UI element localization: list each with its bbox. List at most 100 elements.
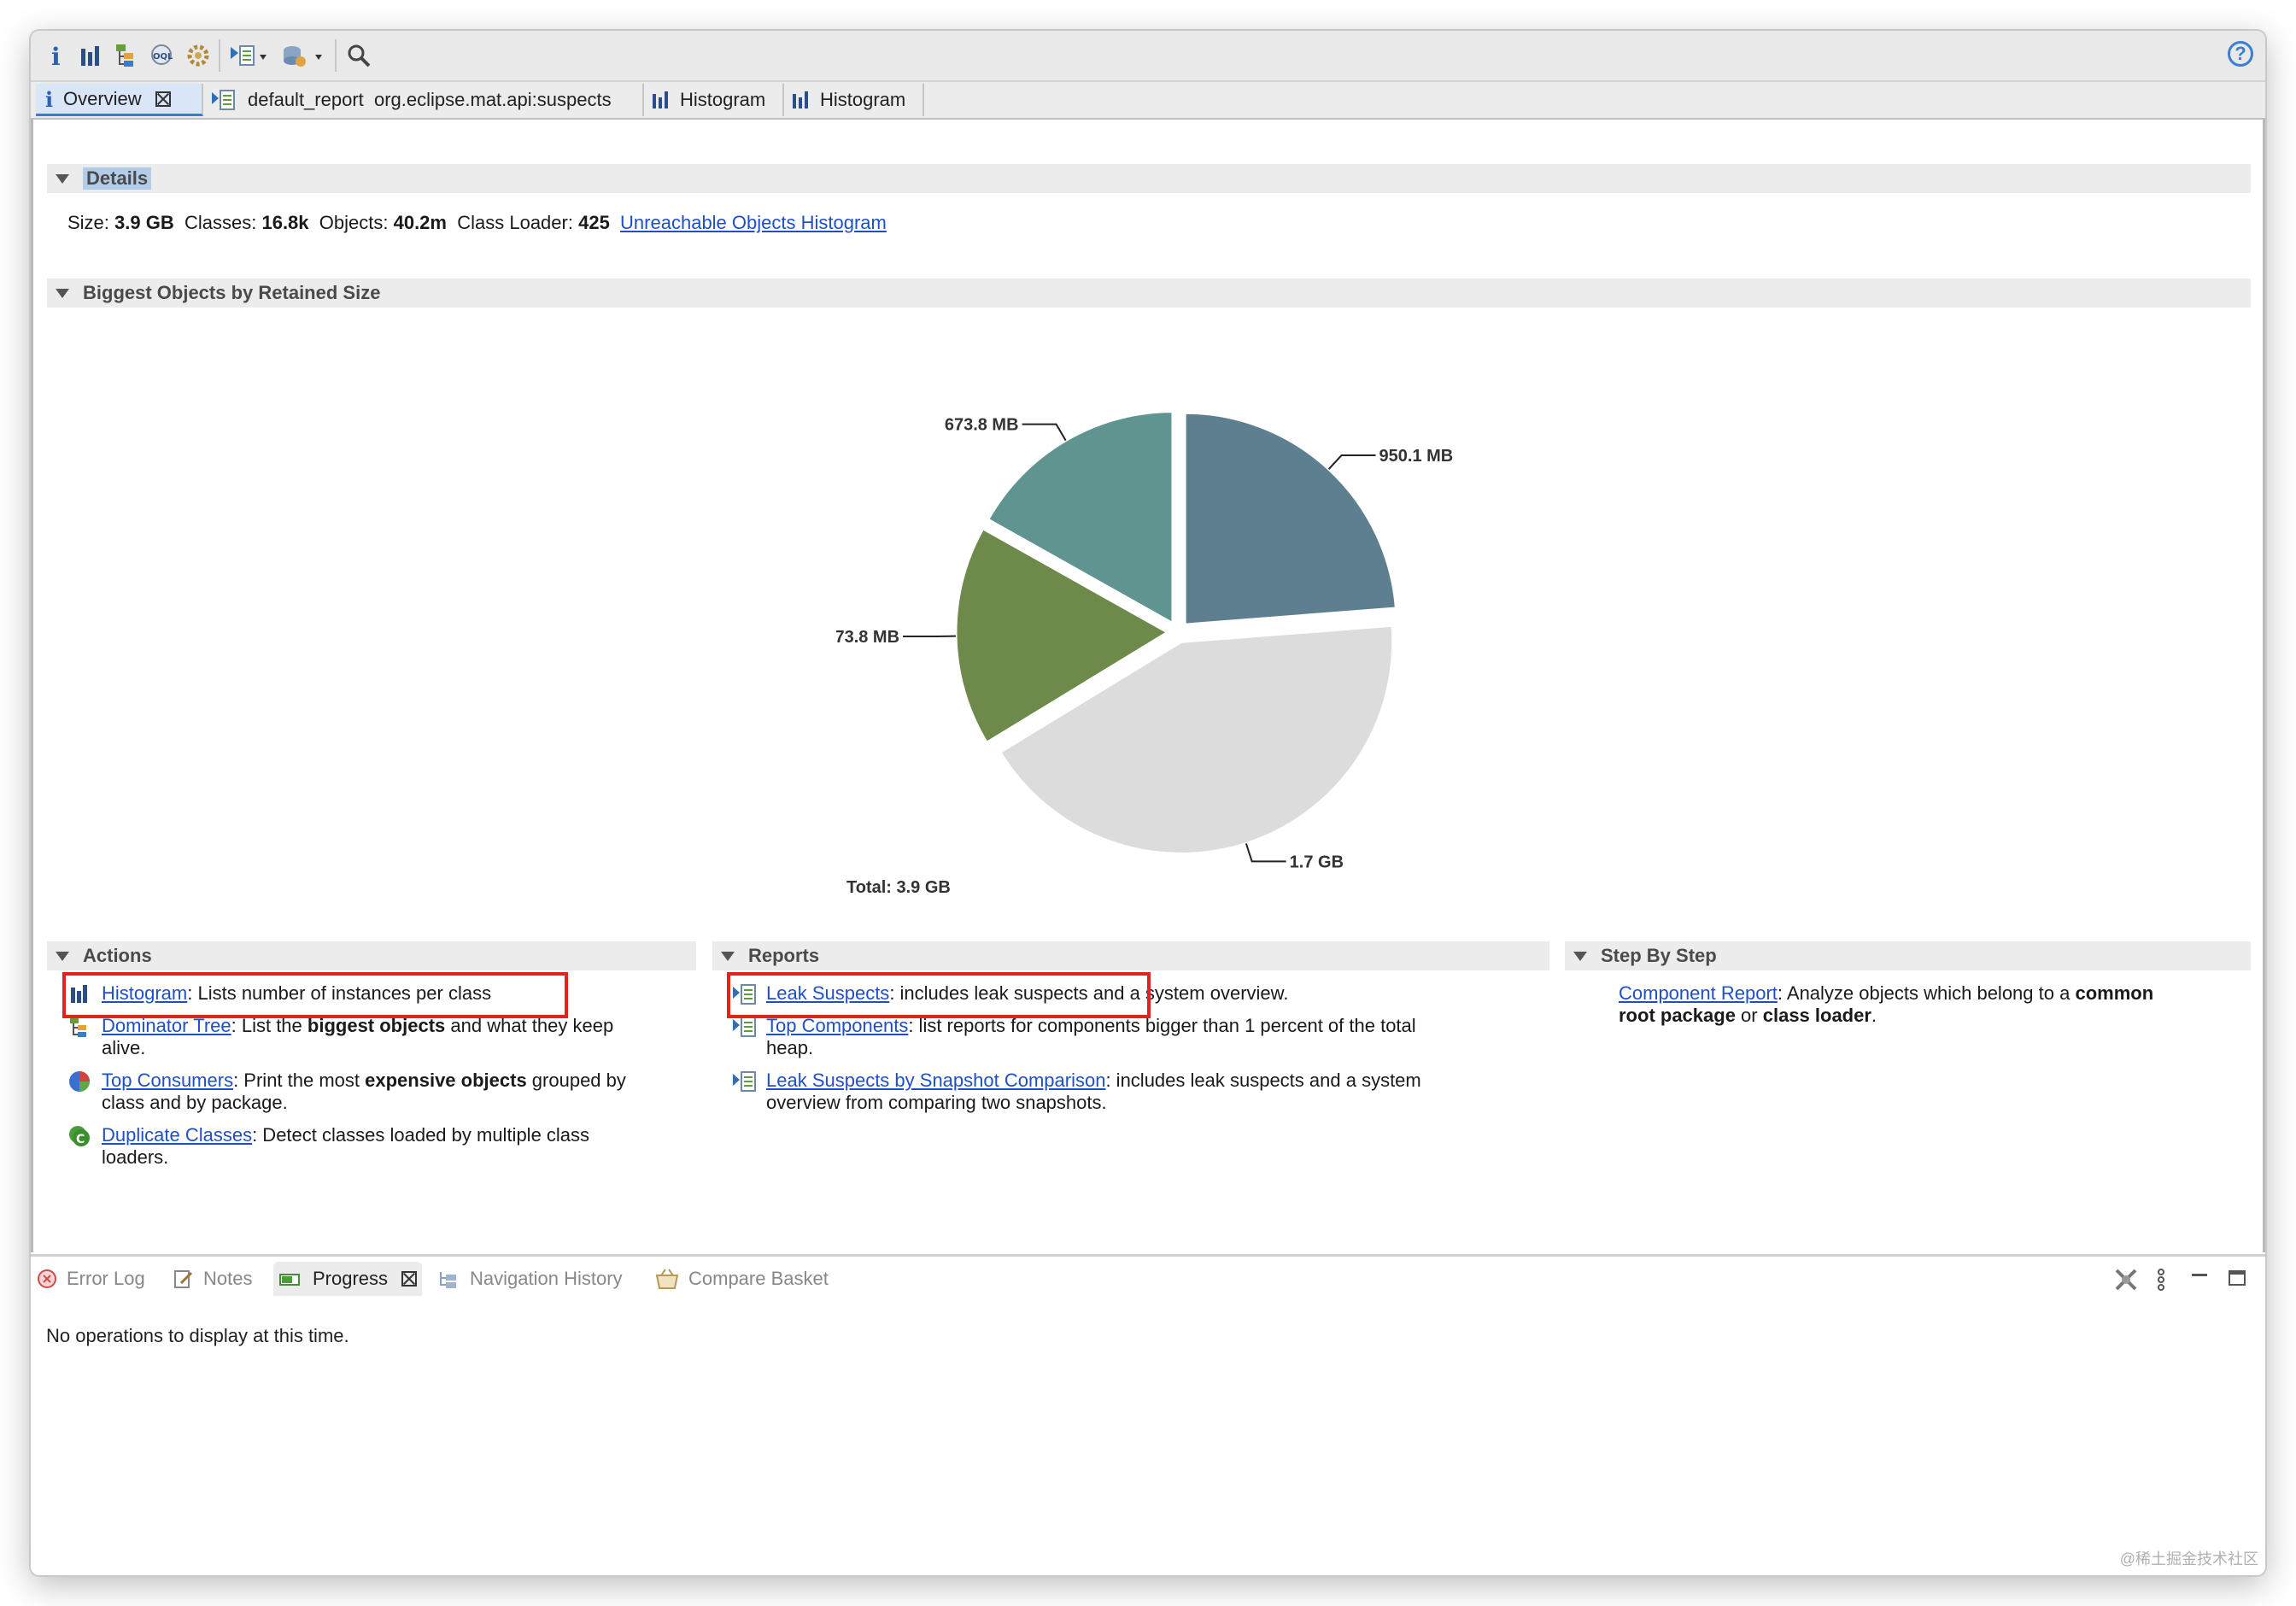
maximize-icon[interactable]: [2224, 1265, 2250, 1291]
tab-label: Progress: [313, 1268, 389, 1289]
watermark: @稀土掘金技术社区: [2119, 1550, 2258, 1568]
size-label: Size:: [67, 212, 109, 233]
tab-histogram[interactable]: Histogram: [644, 84, 784, 116]
classes-value: 16.8k: [261, 212, 309, 233]
action-description: grouped by: [526, 1070, 626, 1091]
error-log-icon: [36, 1268, 58, 1290]
step-emphasis: root package: [1619, 1005, 1736, 1026]
duplicate-classes-link[interactable]: Duplicate Classes: [102, 1124, 252, 1146]
report-description: overview from comparing two snapshots.: [766, 1092, 1107, 1113]
editor-tab-bar: i Overview default_report org.eclipse.ma…: [31, 82, 2265, 120]
pie-slice-label: 950.1 MB: [1379, 447, 1454, 466]
help-icon[interactable]: ?: [2228, 41, 2253, 67]
section-title: Biggest Objects by Retained Size: [83, 282, 381, 303]
step-description: or: [1735, 1005, 1763, 1026]
action-emphasis: expensive objects: [365, 1070, 527, 1091]
minimize-icon[interactable]: [2187, 1265, 2212, 1291]
tab-label: Navigation History: [470, 1268, 623, 1289]
close-icon[interactable]: [401, 1271, 418, 1287]
reports-section-header[interactable]: Reports: [712, 941, 1549, 970]
tab-compare-basket[interactable]: Compare Basket: [654, 1262, 829, 1296]
pie-slice[interactable]: [1183, 411, 1398, 626]
classes-label: Classes:: [184, 212, 257, 233]
tab-default-report[interactable]: default_report org.eclipse.mat.api:suspe…: [203, 84, 644, 116]
step-emphasis: class loader: [1762, 1005, 1871, 1026]
notes-icon: [173, 1268, 195, 1290]
action-description: : Print the most: [233, 1070, 366, 1091]
tab-label: Error Log: [67, 1268, 145, 1289]
tab-histogram-2[interactable]: Histogram: [784, 84, 924, 116]
info-icon: i: [43, 88, 55, 110]
oql-icon[interactable]: OQL: [147, 40, 178, 71]
pie-slice-label: 673.8 MB: [945, 416, 1019, 435]
action-description: class and by package.: [102, 1092, 288, 1113]
leak-suspects-comparison-link[interactable]: Leak Suspects by Snapshot Comparison: [766, 1070, 1105, 1091]
biggest-objects-pie-chart[interactable]: 950.1 MB 1.7 GB 673.8 MB 673.8 MB Total: 3.9…: [836, 295, 1520, 901]
main-toolbar: i OQL ?: [31, 31, 2265, 82]
info-icon[interactable]: i: [39, 40, 70, 71]
view-menu-icon[interactable]: [2152, 1265, 2170, 1294]
tab-label: default_report org.eclipse.mat.api:suspe…: [248, 89, 612, 110]
report-leak-suspects-comparison: Leak Suspects by Snapshot Comparison: in…: [732, 1070, 1552, 1114]
actions-section-header[interactable]: Actions: [47, 941, 696, 970]
remove-all-finished-icon[interactable]: [2112, 1265, 2141, 1294]
action-description: : Detect classes loaded by multiple clas…: [252, 1124, 590, 1146]
svg-text:C: C: [76, 1133, 85, 1146]
step-by-step-section-header[interactable]: Step By Step: [1565, 941, 2251, 970]
histogram-icon: [791, 90, 811, 110]
highlight-box: [62, 972, 568, 1018]
run-report-dropdown-icon[interactable]: [227, 40, 272, 71]
tab-progress[interactable]: Progress: [273, 1262, 423, 1296]
report-top-components: Top Components: list reports for compone…: [732, 1015, 1552, 1059]
duplicate-classes-icon: C: [67, 1124, 91, 1148]
svg-text:i: i: [45, 88, 53, 110]
top-consumers-link[interactable]: Top Consumers: [102, 1070, 233, 1091]
report-icon: [732, 1070, 756, 1093]
step-emphasis: common: [2075, 982, 2154, 1004]
tab-label: Compare Basket: [688, 1268, 829, 1289]
class-loader-value: 425: [578, 212, 610, 233]
report-description: heap.: [766, 1037, 814, 1058]
dominator-tree-icon[interactable]: [111, 40, 142, 71]
tab-label: Histogram: [680, 89, 766, 110]
unreachable-objects-histogram-link[interactable]: Unreachable Objects Histogram: [620, 212, 887, 233]
collapse-triangle-icon[interactable]: [56, 288, 69, 298]
search-icon[interactable]: [343, 40, 374, 71]
action-duplicate-classes: C Duplicate Classes: Detect classes load…: [67, 1124, 700, 1169]
tab-overview[interactable]: i Overview: [36, 84, 203, 116]
objects-label: Objects:: [319, 212, 389, 233]
tab-navigation-history[interactable]: Navigation History: [437, 1262, 623, 1296]
pie-leader-line: [1022, 423, 1067, 442]
navigation-history-icon: [437, 1268, 461, 1290]
heap-dump-overview-icon[interactable]: [183, 40, 214, 71]
section-title: Reports: [748, 945, 820, 966]
tab-label: Notes: [203, 1268, 253, 1289]
compare-basket-icon: [654, 1267, 680, 1291]
pie-slice-label: 1.7 GB: [1290, 853, 1344, 871]
collapse-triangle-icon[interactable]: [721, 951, 735, 961]
section-title: Details: [83, 167, 152, 190]
size-value: 3.9 GB: [114, 212, 174, 233]
toolbar-separator: [219, 39, 220, 72]
toolbar-separator: [335, 39, 337, 72]
pie-slice-label: 673.8 MB: [836, 628, 899, 647]
tab-notes[interactable]: Notes: [173, 1262, 252, 1296]
details-line: Size: 3.9 GB Classes: 16.8k Objects: 40.…: [67, 212, 887, 234]
component-report-link[interactable]: Component Report: [1619, 982, 1778, 1004]
step-description: .: [1871, 1005, 1877, 1026]
query-browser-dropdown-icon[interactable]: [280, 40, 328, 71]
collapse-triangle-icon[interactable]: [1573, 951, 1587, 961]
collapse-triangle-icon[interactable]: [56, 951, 69, 961]
class-loader-label: Class Loader:: [457, 212, 573, 233]
details-section-header[interactable]: Details: [47, 164, 2251, 193]
section-title: Step By Step: [1601, 945, 1717, 966]
histogram-icon[interactable]: [75, 40, 106, 71]
tab-error-log[interactable]: Error Log: [36, 1262, 145, 1296]
tab-label: Histogram: [820, 89, 906, 110]
histogram-icon: [651, 90, 671, 110]
collapse-triangle-icon[interactable]: [56, 173, 69, 184]
close-icon[interactable]: [155, 91, 171, 107]
pie-leader-line: [1245, 843, 1286, 863]
highlight-box: [727, 972, 1151, 1018]
dominator-tree-icon: [67, 1015, 91, 1039]
